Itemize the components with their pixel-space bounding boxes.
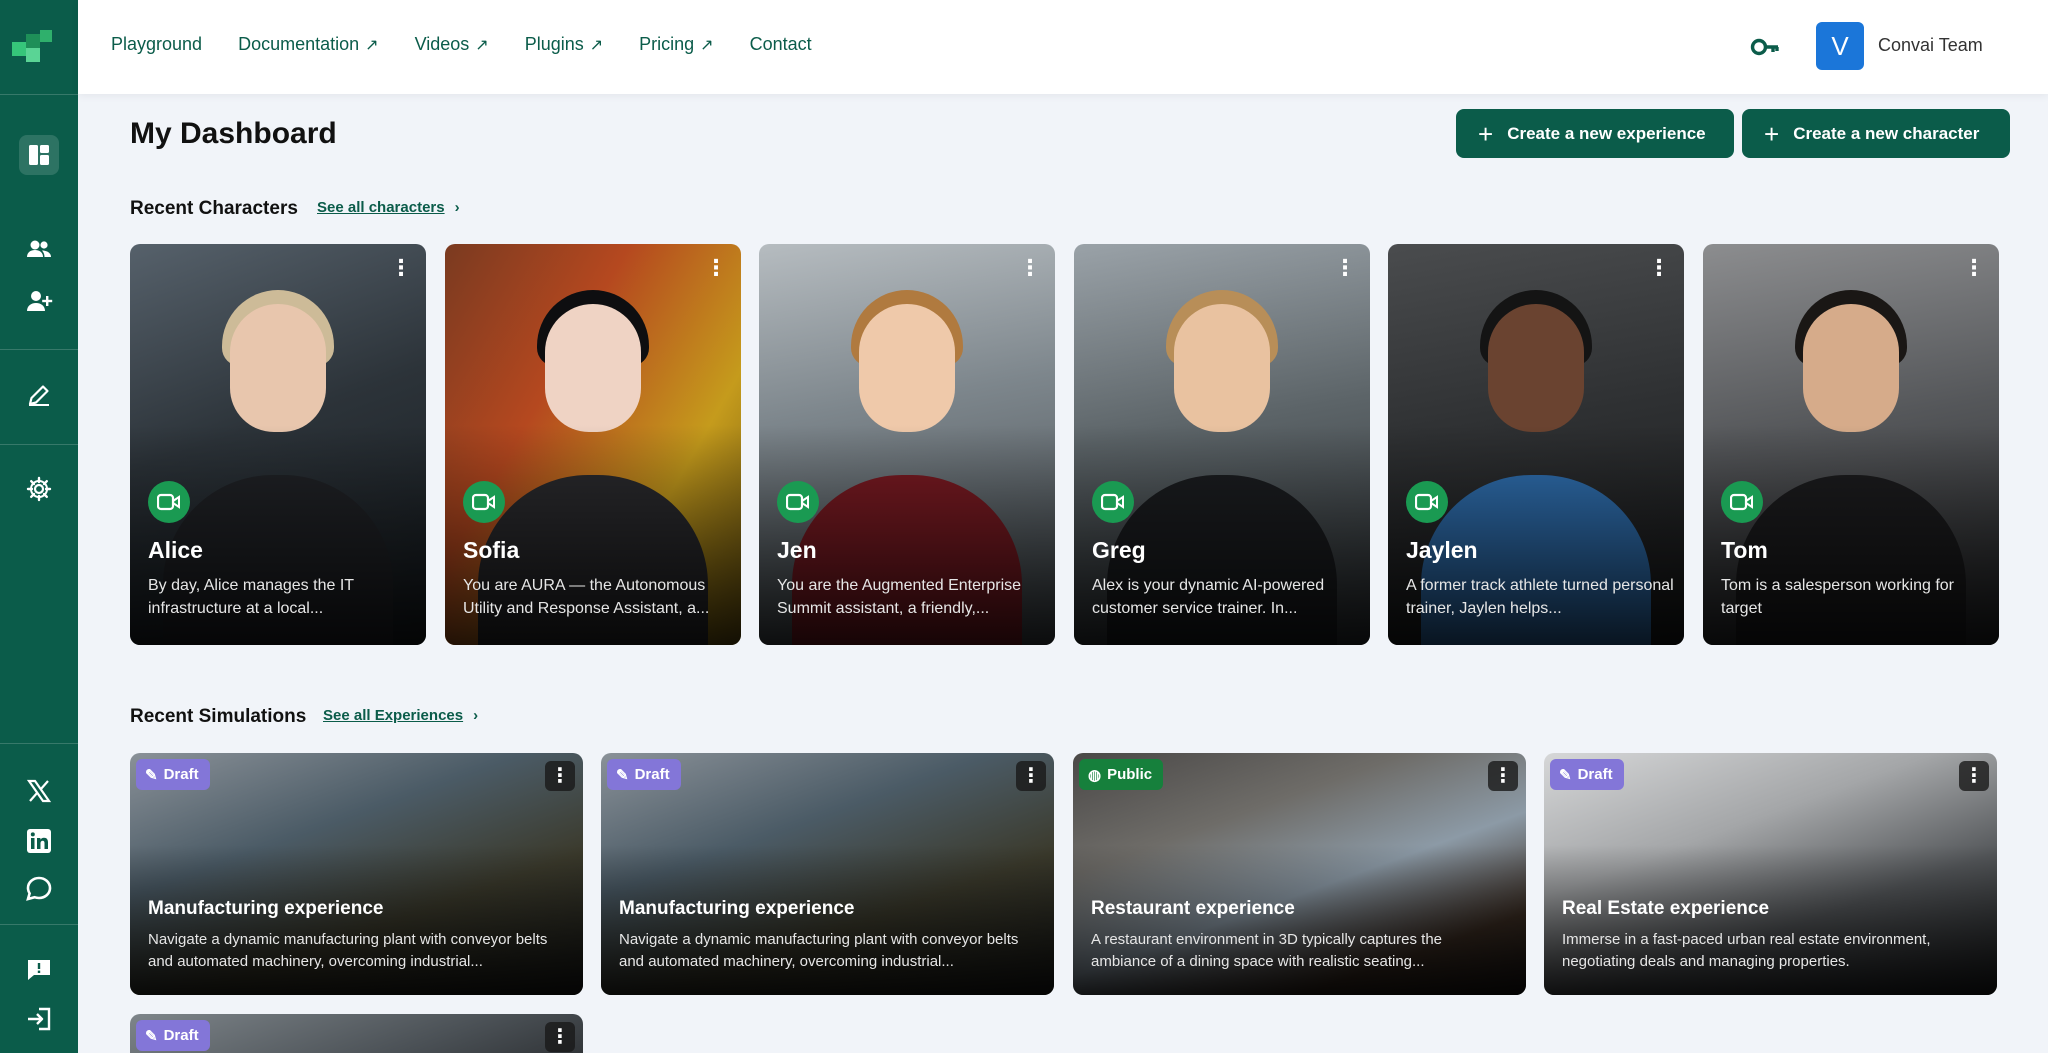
chevron-right-icon: › [473,707,479,724]
external-link-icon: ↗ [589,36,604,54]
character-description: Tom is a salesperson working for target [1721,577,1954,617]
character-card[interactable]: ⋮ Greg Alex is your dynamic AI-powered c… [1074,244,1370,645]
character-description: Alex is your dynamic AI-powered customer… [1092,577,1325,617]
simulation-title: Restaurant experience [1091,898,1295,919]
pen-icon[interactable] [19,375,59,415]
character-card[interactable]: ⋮ Jaylen A former track athlete turned p… [1388,244,1684,645]
character-name: Tom [1721,537,1768,563]
sidebar [0,0,78,1053]
more-options-icon[interactable]: ⋮ [1334,258,1356,282]
page-title: My Dashboard [130,117,337,150]
more-options-icon[interactable]: ⋮ [1648,258,1670,282]
nav-plugins[interactable]: Plugins ↗ [525,34,603,55]
nav-documentation[interactable]: Documentation ↗ [238,34,378,55]
create-character-button[interactable]: + Create a new character [1742,109,2010,158]
plus-icon: + [1478,118,1494,149]
more-options-icon[interactable]: ⋮ [545,1022,575,1052]
pencil-icon: ✎ [1559,766,1572,784]
more-options-icon[interactable]: ⋮ [1019,258,1041,282]
simulation-card[interactable]: ✎ Draft ⋮ Manufacturing experience Naviga… [130,753,583,995]
simulation-card[interactable]: ✎ Draft ⋮ Real Estate experience Immerse … [1544,753,1997,995]
character-description: You are the Augmented Enterprise Summit … [777,577,1022,617]
character-name: Alice [148,537,203,563]
more-options-icon[interactable]: ⋮ [1963,258,1985,282]
pencil-icon: ✎ [145,766,158,784]
character-description: You are AURA — the Autonomous Utility an… [463,577,710,617]
top-bar: Playground Documentation ↗ Videos ↗ Plugin… [78,0,2048,94]
simulation-title: Real Estate experience [1562,898,1770,919]
video-camera-icon[interactable] [1092,481,1134,523]
top-nav: Playground Documentation ↗ Videos ↗ Plugin… [111,34,848,55]
more-options-icon[interactable]: ⋮ [1016,761,1046,791]
simulation-card[interactable]: ◍ Public ⋮ Restaurant experience A restau… [1073,753,1526,995]
simulation-card[interactable]: ✎ Draft ⋮ Manufacturing experience Naviga… [601,753,1054,995]
video-camera-icon[interactable] [777,481,819,523]
external-link-icon: ↗ [475,36,489,54]
character-description: A former track athlete turned personal t… [1406,577,1674,617]
avatar[interactable]: V [1816,22,1864,70]
character-name: Sofia [463,537,520,563]
dashboard-icon[interactable] [19,135,59,175]
api-key-icon[interactable] [1750,32,1780,62]
simulation-description: Navigate a dynamic manufacturing plant w… [148,931,548,970]
status-badge: ✎ Draft [136,1020,210,1051]
external-link-icon: ↗ [700,36,714,54]
convai-logo[interactable] [12,30,58,70]
video-camera-icon[interactable] [463,481,505,523]
create-character-label: Create a new character [1793,123,1980,143]
character-card[interactable]: ⋮ Jen You are the Augmented Enterprise S… [759,244,1055,645]
simulation-description: Immerse in a fast-paced urban real estat… [1562,931,1931,970]
feedback-icon[interactable] [19,950,59,990]
chat-icon[interactable] [19,869,59,909]
status-badge: ✎ Draft [136,759,210,790]
more-options-icon[interactable]: ⋮ [545,761,575,791]
video-camera-icon[interactable] [148,481,190,523]
status-badge: ◍ Public [1079,759,1164,790]
character-card[interactable]: ⋮ Sofia You are AURA — the Autonomous Ut… [445,244,741,645]
simulation-title: Manufacturing experience [148,898,384,919]
x-twitter-icon[interactable] [19,771,59,811]
more-options-icon[interactable]: ⋮ [705,258,727,282]
linkedin-icon[interactable] [19,821,59,861]
see-all-experiences-link[interactable]: See all Experiences › [323,707,478,724]
more-options-icon[interactable]: ⋮ [390,258,412,282]
create-experience-button[interactable]: + Create a new experience [1456,109,1734,158]
character-name: Greg [1092,537,1146,563]
simulation-card[interactable]: ✎ Draft ⋮ [130,1014,583,1053]
simulation-description: A restaurant environment in 3D typically… [1091,931,1443,970]
nav-videos[interactable]: Videos ↗ [415,34,489,55]
more-options-icon[interactable]: ⋮ [1959,761,1989,791]
video-camera-icon[interactable] [1721,481,1763,523]
add-user-icon[interactable] [19,281,59,321]
external-link-icon: ↗ [365,36,379,54]
video-camera-icon[interactable] [1406,481,1448,523]
pencil-icon: ✎ [616,766,629,784]
globe-icon: ◍ [1088,766,1102,784]
nav-contact[interactable]: Contact [750,34,812,55]
simulation-description: Navigate a dynamic manufacturing plant w… [619,931,1019,970]
logout-icon[interactable] [19,999,59,1039]
plus-icon: + [1764,118,1780,149]
more-options-icon[interactable]: ⋮ [1488,761,1518,791]
create-experience-label: Create a new experience [1507,123,1706,143]
team-name[interactable]: Convai Team [1878,35,1983,56]
nav-playground[interactable]: Playground [111,34,202,55]
character-name: Jaylen [1406,537,1478,563]
see-all-characters-link[interactable]: See all characters › [317,199,460,216]
character-name: Jen [777,537,817,563]
pencil-icon: ✎ [145,1027,158,1045]
simulation-title: Manufacturing experience [619,898,855,919]
status-badge: ✎ Draft [1550,759,1624,790]
users-icon[interactable] [19,229,59,269]
nav-pricing[interactable]: Pricing ↗ [639,34,713,55]
character-description: By day, Alice manages the IT infrastruct… [148,577,354,617]
gear-icon[interactable] [19,469,59,509]
chevron-right-icon: › [454,199,460,216]
recent-simulations-heading: Recent Simulations [130,706,307,727]
character-card[interactable]: ⋮ Tom Tom is a salesperson working for t… [1703,244,1999,645]
character-card[interactable]: ⋮ Alice By day, Alice manages the IT inf… [130,244,426,645]
recent-characters-heading: Recent Characters [130,198,298,219]
status-badge: ✎ Draft [607,759,681,790]
